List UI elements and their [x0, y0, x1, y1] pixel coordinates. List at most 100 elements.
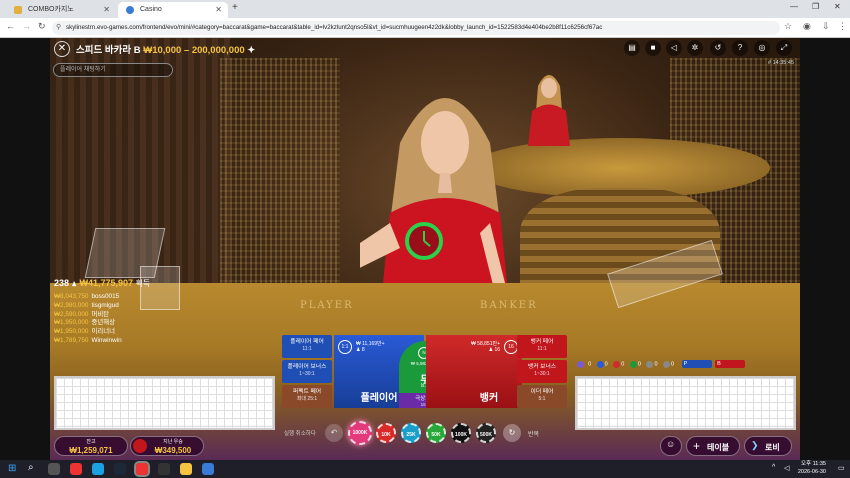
settings-gear-icon[interactable]: ✲: [687, 40, 703, 56]
chat-input[interactable]: 플레이어 채팅하기: [53, 63, 173, 77]
winners-list: 238 ♟ ₩41,775,907 획득 ₩8,043,750 boss0015 …: [54, 278, 150, 346]
player-predict-button[interactable]: P: [681, 360, 712, 368]
banker-bonus-bet[interactable]: 뱅커 보너스 1~30:1: [517, 360, 567, 383]
perfect-pair-bet[interactable]: 퍼펙트 페어 최대 25:1: [282, 385, 332, 408]
chip-10k[interactable]: 10K: [376, 423, 396, 443]
chip-25k[interactable]: 25K: [401, 423, 421, 443]
dealer: [360, 98, 510, 313]
round-timer-icon: [405, 222, 443, 260]
table-name: 스피드 바카라 B: [76, 45, 141, 56]
bet-limit: ₩10,000 – 200,000,000: [143, 45, 245, 56]
bookmark-star-icon[interactable]: ☆: [784, 21, 792, 32]
winner-amount: ₩1,950,000: [54, 319, 89, 327]
tray-chevron-icon[interactable]: ^: [772, 464, 775, 471]
winners-count: 238: [54, 278, 70, 288]
task-view-icon[interactable]: [48, 463, 60, 475]
app-icon[interactable]: [92, 463, 104, 475]
shoe-stats: 0 0 0 0 0 0 P B: [577, 360, 746, 368]
stat-count: 0: [637, 361, 641, 368]
winner-row: ₩2,980,000 tisgmlgud: [54, 302, 150, 311]
chat-icon[interactable]: ▤: [624, 40, 640, 56]
steam-icon[interactable]: [114, 463, 126, 475]
app-icon[interactable]: [158, 463, 170, 475]
notification-icon[interactable]: ▭: [838, 464, 845, 472]
fullscreen-icon[interactable]: ⤢: [776, 40, 792, 56]
search-icon[interactable]: ⌕: [28, 462, 34, 473]
player-dot-icon: [596, 360, 604, 368]
banker-bet-area[interactable]: ₩ 58,851만+ ♟ 16 16 뱅커: [426, 335, 522, 408]
person-icon: ♟: [71, 282, 77, 288]
bet-label: 이더 페어: [530, 389, 554, 395]
repeat-label: 반복: [528, 432, 540, 438]
felt-player-label: PLAYER: [300, 300, 354, 311]
menu-icon[interactable]: ⋮: [838, 21, 847, 32]
player-pair-bet[interactable]: 플레이어 페어 11:1: [282, 335, 332, 358]
poker-chip-icon: [133, 439, 147, 453]
volume-icon[interactable]: ◁: [784, 464, 789, 472]
chip-500k[interactable]: 500K: [476, 423, 496, 443]
chrome-icon[interactable]: [70, 463, 82, 475]
lobby-button[interactable]: ❯ 로비: [744, 436, 792, 456]
bet-label: 플레이어 페어: [290, 339, 324, 345]
window-close-icon[interactable]: ✕: [834, 2, 841, 11]
player-bonus-bet[interactable]: 플레이어 보너스 1~30:1: [282, 360, 332, 383]
winner-row: ₩1,950,000 중년해상: [54, 319, 150, 328]
right-roadmap[interactable]: [575, 376, 796, 430]
winner-name: 머비탄: [91, 310, 110, 318]
maximize-icon[interactable]: ❐: [812, 2, 819, 11]
winner-amount: ₩1,789,750: [54, 336, 89, 344]
close-icon[interactable]: ✕: [103, 2, 110, 18]
tab-title: Casino: [140, 6, 162, 13]
winner-amount: ₩2,980,000: [54, 301, 89, 309]
undo-button[interactable]: ↶: [325, 424, 343, 442]
chip-50k[interactable]: 50K: [426, 423, 446, 443]
plus-icon: +: [693, 439, 701, 453]
reload-icon[interactable]: ↻: [38, 21, 46, 32]
url-input[interactable]: ⚲ skylinestrn.evo-games.com/frontend/evo…: [52, 21, 780, 35]
chat-placeholder: 플레이어 채팅하기: [60, 67, 106, 73]
download-icon[interactable]: ⇩: [822, 21, 830, 32]
sound-muted-icon[interactable]: ◁: [666, 40, 682, 56]
either-pair-bet[interactable]: 이더 페어 5:1: [517, 385, 567, 408]
tab-combo[interactable]: COMBO카지노 ✕: [6, 2, 116, 18]
smiley-icon: ☺: [666, 439, 676, 449]
predict-label: B: [717, 361, 721, 367]
chrome-active-icon[interactable]: [134, 461, 150, 477]
system-date: 2026-06-30: [797, 468, 826, 475]
winner-amount: ₩8,043,750: [54, 293, 89, 300]
minimize-icon[interactable]: —: [790, 2, 798, 11]
app-icon[interactable]: [202, 463, 214, 475]
winner-row: ₩1,789,750 Winwinwin: [54, 337, 150, 346]
windows-start-icon[interactable]: ⊞: [8, 463, 16, 474]
new-tab-button[interactable]: +: [232, 2, 238, 13]
player-pool: ₩ 11,169만+ ♟ 8: [356, 340, 385, 353]
winner-name: tisgmlgud: [91, 301, 119, 309]
profile-icon[interactable]: ◉: [803, 21, 811, 32]
system-clock[interactable]: 오후 11:35 2026-06-30: [798, 461, 826, 476]
banker-predict-button[interactable]: B: [715, 360, 746, 368]
game-area: PLAYER BANKER ✕ 스피드 바카라 B ₩10,000 – 200,…: [50, 38, 800, 460]
winner-name: 이리너너: [91, 328, 115, 336]
kakaotalk-icon[interactable]: [180, 463, 192, 475]
stat-count: 0: [621, 361, 625, 368]
banker-pair-bet[interactable]: 뱅커 페어 11:1: [517, 335, 567, 358]
repeat-button[interactable]: ↻: [503, 424, 521, 442]
forward-icon[interactable]: →: [22, 21, 31, 31]
winner-row: ₩1,950,000 이리너너: [54, 328, 150, 337]
history-icon[interactable]: ↺: [710, 40, 726, 56]
tab-casino[interactable]: Casino ✕: [118, 2, 228, 18]
chip-1000k[interactable]: 1000K: [348, 421, 372, 445]
player-pool-amount: ₩ 11,169만+: [356, 341, 385, 347]
video-icon[interactable]: ■: [645, 40, 661, 56]
emoji-button[interactable]: ☺: [660, 436, 682, 456]
site-info-icon[interactable]: ⚲: [56, 21, 61, 35]
help-icon[interactable]: ?: [732, 40, 748, 56]
left-roadmap[interactable]: [54, 376, 275, 430]
bet-payout: 11:1: [537, 346, 547, 352]
table-button[interactable]: + 테이블: [686, 436, 740, 456]
close-icon[interactable]: ✕: [215, 2, 222, 18]
headset-icon[interactable]: ◎: [754, 40, 770, 56]
chip-100k[interactable]: 100K: [451, 423, 471, 443]
back-icon[interactable]: ←: [6, 21, 15, 31]
close-game-button[interactable]: ✕: [54, 41, 70, 57]
